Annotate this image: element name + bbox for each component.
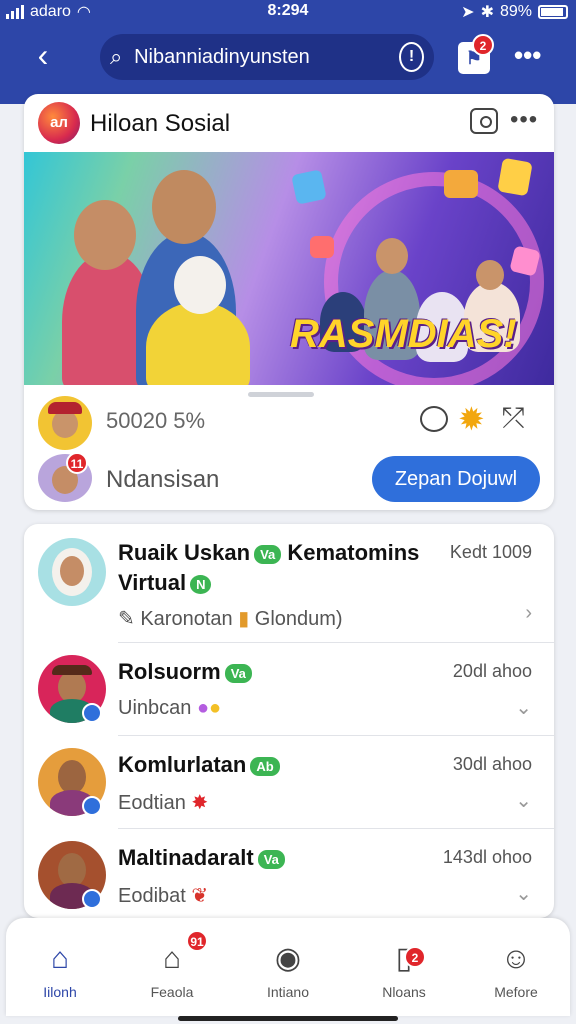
chevron-right-icon[interactable]: ›: [525, 602, 532, 625]
item-tag: Va: [257, 849, 285, 869]
item-title: Komlurlatan Ab: [118, 752, 280, 778]
chevron-down-icon[interactable]: ⌄: [515, 788, 532, 813]
banner-person-head: [174, 256, 226, 314]
status-bar: adaro ◠ 8:294 ➤ ✱ 89%: [0, 0, 576, 24]
item-subtitle: ✎ Karonotan ▮ Glondum): [118, 608, 343, 630]
verified-icon: [82, 889, 102, 909]
item-time: 30dl ahoo: [452, 754, 532, 774]
avatar[interactable]: [38, 538, 106, 606]
post-banner-image[interactable]: RASMDIAS!: [24, 152, 554, 385]
page-name[interactable]: Hiloan Sosial: [90, 110, 230, 138]
item-time: Kedt 1009: [449, 542, 532, 562]
camera-icon: ◉: [274, 942, 302, 975]
notification-badge: 2: [472, 34, 494, 56]
star-icon: ✸: [191, 792, 209, 814]
item-subtitle: Uinbcan ●●: [118, 697, 222, 719]
back-button[interactable]: ‹: [26, 38, 60, 72]
more-menu-button[interactable]: •••: [514, 40, 541, 71]
list-item[interactable]: Ruaik Uskan Va Kematomins Virtual N Kedt 1…: [24, 524, 554, 642]
tag-icon: ✎: [118, 608, 135, 630]
phone-badge: 2: [404, 946, 426, 968]
house-icon: ⌂: [162, 942, 182, 975]
item-title-line2: Virtual N: [118, 570, 212, 596]
alert-icon[interactable]: !: [399, 42, 424, 72]
banner-person-head: [74, 200, 136, 270]
item-tag: Ab: [250, 756, 280, 776]
home-indicator[interactable]: [178, 1016, 398, 1021]
page-logo[interactable]: ал: [38, 102, 80, 144]
banner-person-head: [152, 170, 216, 244]
item-time: 143dl ohoo: [442, 847, 532, 867]
location-icon: ➤: [461, 4, 475, 21]
post-more-button[interactable]: •••: [510, 106, 538, 134]
banner-sticker: [310, 236, 334, 258]
item-subtitle: Eodibat ❦: [118, 885, 209, 907]
gift-icon: ❦: [191, 885, 209, 907]
nav-item-home[interactable]: ⌂ Iilonh: [10, 942, 110, 1000]
banner-person: [146, 302, 250, 385]
banner-person-head: [476, 260, 504, 290]
item-tag: Va: [254, 544, 282, 564]
drag-handle[interactable]: [248, 392, 314, 397]
bottom-nav: ⌂ Iilonh ⌂ Feaola 91 ◉ Intiano ▯ Nloans …: [6, 918, 570, 1016]
item-subtitle: Eodtian ✸: [118, 792, 209, 814]
nav-item-phone[interactable]: ▯ Nloans: [354, 942, 454, 1000]
banner-sticker: [497, 157, 533, 197]
feed-badge: 91: [186, 930, 208, 952]
search-icon: ⌕: [110, 44, 123, 69]
list-item[interactable]: Rolsuorm Va 20dl ahoo Uinbcan ●● ⌄: [24, 643, 554, 735]
verified-icon: N: [190, 574, 212, 594]
item-time: 20dl ahoo: [452, 661, 532, 681]
verified-icon: [82, 703, 102, 723]
friend-badge: 11: [66, 452, 88, 474]
friend-name[interactable]: Ndansisan: [106, 466, 219, 494]
bluetooth-icon: ✱: [480, 4, 494, 21]
nav-item-profile[interactable]: ☺ Mefore: [466, 942, 566, 1000]
item-title: Ruaik Uskan Va Kematomins: [118, 540, 420, 565]
chevron-down-icon[interactable]: ⌄: [515, 881, 532, 906]
app-header: adaro ◠ 8:294 ➤ ✱ 89% ‹ ⌕ ! ⚑ 2 •••: [0, 0, 576, 104]
battery-percent: 89%: [499, 3, 532, 20]
engagement-stat: 50020 5%: [106, 408, 206, 433]
item-title: Maltinadaralt Va: [118, 845, 285, 871]
sun-icon[interactable]: ✹: [458, 402, 485, 436]
chevron-down-icon[interactable]: ⌄: [515, 695, 532, 720]
banner-sticker: [291, 169, 327, 205]
battery-icon: [538, 5, 568, 19]
avatar[interactable]: [38, 396, 92, 450]
home-icon: ⌂: [50, 942, 70, 975]
share-icon[interactable]: ⤱: [502, 402, 524, 435]
search-bar[interactable]: ⌕ !: [100, 34, 434, 80]
nav-item-camera[interactable]: ◉ Intiano: [238, 942, 338, 1000]
camera-icon[interactable]: [470, 108, 498, 134]
profile-icon: ☺: [500, 942, 532, 975]
banner-sticker: [444, 170, 478, 198]
list-item[interactable]: Komlurlatan Ab 30dl ahoo Eodtian ✸ ⌄: [24, 736, 554, 828]
banner-person-head: [376, 238, 408, 274]
post-card: ал Hiloan Sosial ••• RASMDIAS! 50020 5% …: [24, 94, 554, 510]
banner-title: RASMDIAS!: [290, 312, 517, 356]
nav-item-feed[interactable]: ⌂ Feaola: [122, 942, 222, 1000]
conversation-list: Ruaik Uskan Va Kematomins Virtual N Kedt 1…: [24, 524, 554, 918]
item-tag: Va: [224, 663, 252, 683]
emoji-icon: ●: [196, 697, 210, 719]
open-button[interactable]: Zepan Dojuwl: [372, 456, 540, 502]
comment-icon[interactable]: [420, 406, 448, 432]
bookmark-icon: ▮: [238, 608, 250, 630]
list-item[interactable]: Maltinadaralt Va 143dl ohoo Eodibat ❦ ⌄: [24, 829, 554, 918]
verified-icon: [82, 796, 102, 816]
item-title: Rolsuorm Va: [118, 659, 252, 685]
search-input[interactable]: [134, 45, 400, 69]
